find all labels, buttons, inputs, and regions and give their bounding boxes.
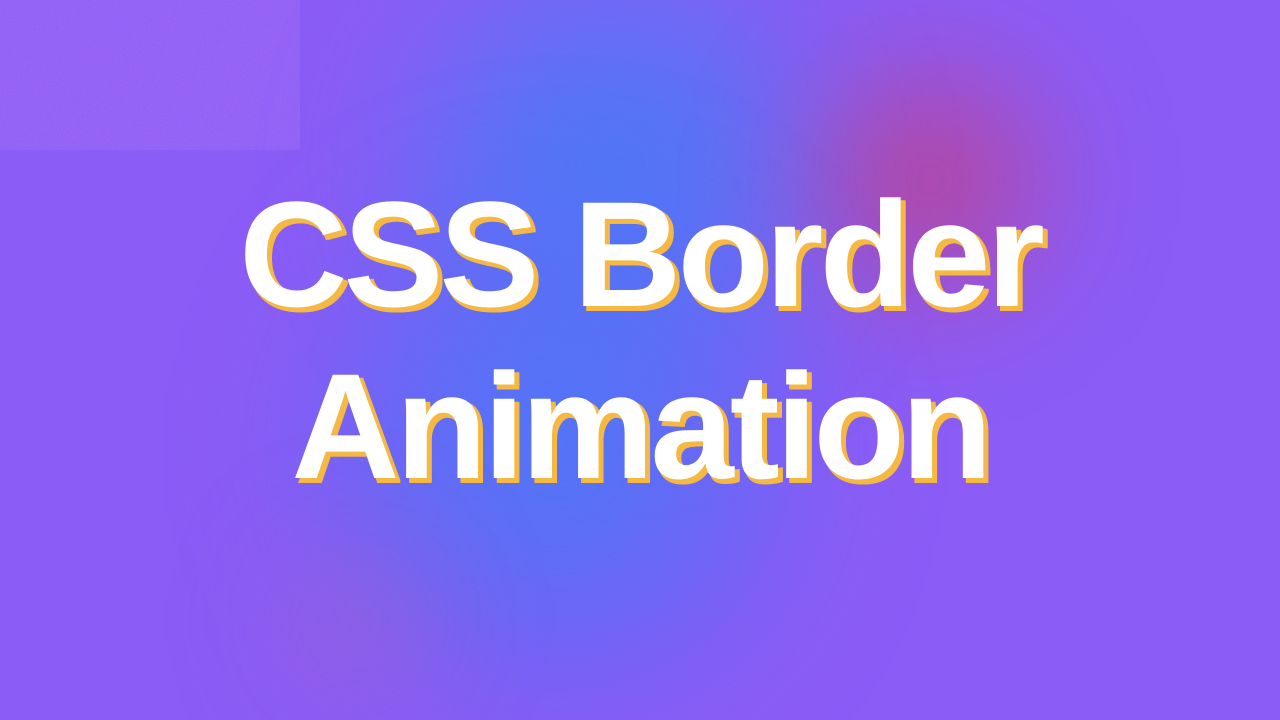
- hero-title-line2: Animation: [291, 342, 988, 510]
- hero-title-container: CSS Border Animation: [0, 0, 1280, 720]
- hero-title-line1: CSS Border: [239, 170, 1041, 338]
- hero-title: CSS Border Animation: [239, 168, 1041, 513]
